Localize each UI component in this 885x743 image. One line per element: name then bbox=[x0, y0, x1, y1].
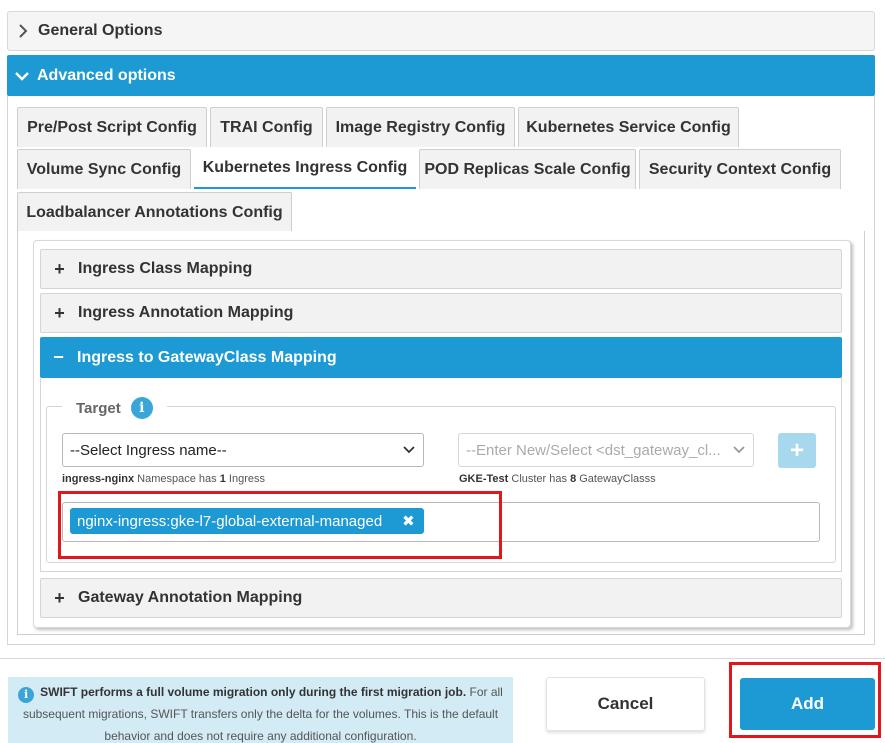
accordion-ingress-class-mapping[interactable]: + Ingress Class Mapping bbox=[40, 249, 842, 289]
advanced-options-panel-header[interactable]: Advanced options bbox=[7, 55, 875, 96]
tab-image-registry-config[interactable]: Image Registry Config bbox=[326, 107, 515, 147]
tab-security-context-config[interactable]: Security Context Config bbox=[639, 149, 841, 189]
info-icon[interactable]: i bbox=[130, 397, 153, 419]
minus-icon: − bbox=[53, 347, 64, 367]
accordion-ingress-to-gatewayclass-mapping[interactable]: − Ingress to GatewayClass Mapping bbox=[40, 337, 842, 378]
general-options-label: General Options bbox=[38, 22, 163, 39]
plus-icon: + bbox=[54, 587, 65, 608]
target-legend: Target i bbox=[62, 393, 167, 423]
info-message: i SWIFT performs a full volume migration … bbox=[8, 677, 513, 743]
plus-icon: + bbox=[54, 258, 65, 279]
accordion-ingress-annotation-mapping[interactable]: + Ingress Annotation Mapping bbox=[40, 293, 842, 333]
tab-pod-replicas-scale-config[interactable]: POD Replicas Scale Config bbox=[419, 149, 636, 189]
tab-volume-sync-config[interactable]: Volume Sync Config bbox=[17, 149, 191, 189]
ingress-name-select[interactable]: --Select Ingress name-- bbox=[62, 433, 424, 467]
plus-icon: + bbox=[789, 436, 804, 464]
accordion-label: Gateway Annotation Mapping bbox=[78, 589, 303, 606]
general-options-panel-header[interactable]: General Options bbox=[7, 11, 875, 51]
info-icon: i bbox=[18, 687, 35, 703]
footer-divider bbox=[0, 658, 885, 659]
chevron-down-icon bbox=[403, 443, 415, 461]
accordion-label: Ingress Class Mapping bbox=[78, 260, 253, 277]
advanced-options-label: Advanced options bbox=[37, 66, 176, 84]
tab-kubernetes-ingress-config[interactable]: Kubernetes Ingress Config bbox=[194, 149, 416, 189]
add-mapping-button[interactable]: + bbox=[778, 433, 816, 468]
plus-icon: + bbox=[54, 302, 65, 323]
tab-pre-post-script-config[interactable]: Pre/Post Script Config bbox=[17, 107, 207, 147]
chevron-down-icon bbox=[7, 71, 37, 81]
tab-loadbalancer-annotations-config[interactable]: Loadbalancer Annotations Config bbox=[17, 192, 292, 232]
target-label: Target bbox=[76, 399, 121, 417]
highlight-box-mapping bbox=[58, 491, 502, 559]
accordion-label: Ingress to GatewayClass Mapping bbox=[77, 348, 337, 366]
accordion-gateway-annotation-mapping[interactable]: + Gateway Annotation Mapping bbox=[40, 578, 842, 618]
gateway-class-select[interactable]: --Enter New/Select <dst_gateway_cl... bbox=[458, 433, 754, 467]
accordion-label: Ingress Annotation Mapping bbox=[78, 304, 294, 321]
gateway-cluster-hint: GKE-Test Cluster has 8 GatewayClasss bbox=[459, 473, 656, 485]
cancel-button[interactable]: Cancel bbox=[546, 677, 705, 731]
chevron-down-icon bbox=[733, 443, 745, 461]
tab-trai-config[interactable]: TRAI Config bbox=[210, 107, 323, 147]
chevron-right-icon bbox=[8, 24, 38, 38]
highlight-box-add bbox=[729, 662, 881, 738]
tab-kubernetes-service-config[interactable]: Kubernetes Service Config bbox=[518, 107, 739, 147]
ingress-namespace-hint: ingress-nginx Namespace has 1 Ingress bbox=[62, 473, 265, 485]
